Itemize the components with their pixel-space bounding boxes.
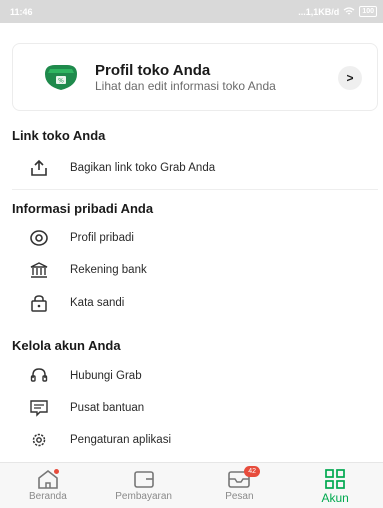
nav-item-payment[interactable]: Pembayaran [96, 463, 192, 508]
menu-item-personal-profile[interactable]: Profil pribadi [0, 223, 383, 253]
help-center-icon [28, 397, 50, 419]
svg-text:%: % [58, 78, 64, 85]
status-bar: 11:46 ...1,1KB/d 100 [0, 0, 383, 23]
menu-item-share-store-link[interactable]: Bagikan link toko Grab Anda [0, 153, 383, 183]
section-title-manage-account: Kelola akun Anda [12, 338, 121, 353]
menu-item-contact-grab[interactable]: Hubungi Grab [0, 361, 383, 391]
battery-icon: 100 [359, 6, 377, 17]
bottom-navigation: Beranda Pembayaran 42 Pesan Akun [0, 462, 383, 508]
nav-item-account[interactable]: Akun [287, 463, 383, 508]
wallet-icon [133, 471, 154, 488]
bank-icon [28, 259, 50, 281]
store-icon: % [41, 60, 81, 94]
grid-icon [325, 469, 345, 489]
menu-item-label: Rekening bank [70, 264, 147, 276]
nav-label: Pesan [225, 491, 254, 502]
menu-item-help-center[interactable]: Pusat bantuan [0, 393, 383, 423]
menu-item-label: Kata sandi [70, 297, 125, 309]
menu-item-app-settings[interactable]: Pengaturan aplikasi [0, 425, 383, 455]
network-speed: ...1,1KB/d [298, 6, 340, 17]
nav-item-home[interactable]: Beranda [0, 463, 96, 508]
personal-profile-icon [28, 227, 50, 249]
wifi-icon [343, 7, 355, 15]
menu-item-label: Hubungi Grab [70, 370, 142, 382]
nav-label: Akun [321, 491, 349, 505]
menu-item-label: Pusat bantuan [70, 402, 145, 414]
store-profile-title: Profil toko Anda [95, 61, 211, 79]
lock-icon [28, 292, 50, 314]
status-time: 11:46 [10, 6, 33, 17]
store-profile-subtitle: Lihat dan edit informasi toko Anda [95, 78, 276, 93]
nav-label: Pembayaran [115, 491, 172, 502]
share-upload-icon [28, 157, 50, 179]
menu-item-label: Bagikan link toko Grab Anda [70, 162, 216, 174]
nav-item-messages[interactable]: 42 Pesan [192, 463, 288, 508]
divider [12, 189, 378, 190]
menu-item-label: Pengaturan aplikasi [70, 434, 172, 446]
headset-icon [28, 365, 50, 387]
section-title-personal-info: Informasi pribadi Anda [12, 201, 154, 216]
store-profile-card[interactable]: % Profil toko Anda Lihat dan edit inform… [12, 43, 378, 111]
nav-label: Beranda [28, 491, 67, 502]
chevron-right-button[interactable]: > [338, 66, 362, 90]
status-icons: ...1,1KB/d 100 [298, 6, 377, 17]
message-count-badge: 42 [244, 466, 261, 477]
menu-item-bank-account[interactable]: Rekening bank [0, 255, 383, 285]
menu-item-password[interactable]: Kata sandi [0, 288, 383, 318]
section-title-store-link: Link toko Anda [12, 128, 106, 143]
store-profile-text: Profil toko Anda Lihat dan edit informas… [95, 62, 300, 93]
notification-dot [53, 469, 59, 474]
settings-gear-icon [28, 429, 50, 451]
menu-item-label: Profil pribadi [70, 232, 134, 244]
